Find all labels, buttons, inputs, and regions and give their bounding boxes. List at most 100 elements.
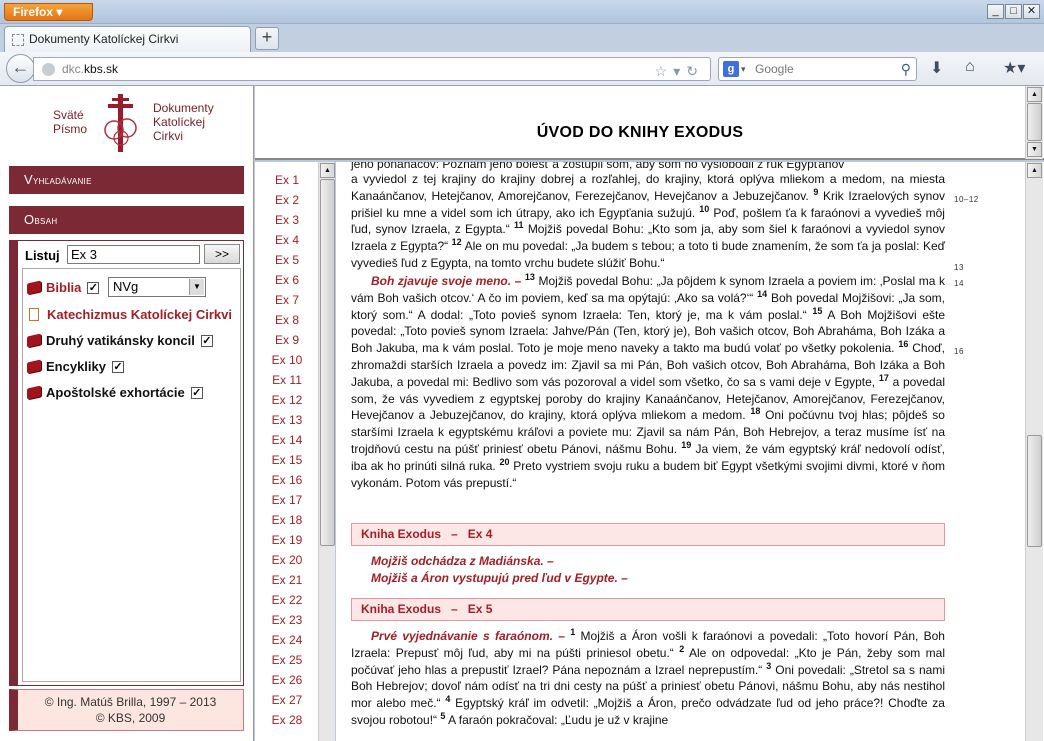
source-label[interactable]: Biblia	[46, 280, 81, 295]
search-box[interactable]: g ▾ Google ⚲	[718, 57, 917, 81]
chapter-link[interactable]: Ex 7	[255, 293, 319, 307]
menu-search-label: yhľadávanie	[32, 175, 92, 187]
exhortacie-checkbox[interactable]: ✓	[190, 386, 203, 399]
chevron-down-icon[interactable]: ▼	[189, 279, 204, 295]
content-scrollbar[interactable]: ▲	[1025, 162, 1043, 741]
chapter-link[interactable]: Ex 2	[255, 193, 319, 207]
scroll-down-button[interactable]: ▼	[1027, 142, 1042, 157]
chapter-link[interactable]: Ex 20	[255, 553, 319, 567]
chapter-link[interactable]: Ex 27	[255, 693, 319, 707]
listuj-input[interactable]	[67, 245, 200, 264]
chapter-link[interactable]: Ex 18	[255, 513, 319, 527]
menu-search-cap: V	[24, 172, 33, 187]
chapter-link[interactable]: Ex 14	[255, 433, 319, 447]
listuj-go-button[interactable]: >>	[204, 244, 240, 264]
chapter-link[interactable]: Ex 25	[255, 653, 319, 667]
scroll-thumb[interactable]	[1027, 435, 1042, 547]
tab-title: Dokumenty Katolíckej Cirkvi	[29, 32, 179, 46]
chapter-link[interactable]: Ex 4	[255, 233, 319, 247]
chapter-link[interactable]: Ex 11	[255, 373, 319, 387]
source-encykliky[interactable]: Encykliky ✓	[27, 359, 124, 374]
chapter-link[interactable]: Ex 23	[255, 613, 319, 627]
koncil-checkbox[interactable]: ✓	[200, 334, 213, 347]
translation-select[interactable]: NVg ▼	[108, 277, 206, 297]
scroll-thumb[interactable]	[1027, 103, 1042, 141]
chapter-link[interactable]: Ex 26	[255, 673, 319, 687]
margin-reference[interactable]: 16	[954, 347, 964, 356]
scroll-up-button[interactable]: ▲	[1027, 163, 1042, 178]
chapter-link[interactable]: Ex 12	[255, 393, 319, 407]
section-heading: Mojžiš odchádza z Madiánska. –	[371, 554, 554, 568]
chapter-link[interactable]: Ex 19	[255, 533, 319, 547]
engine-dropdown-icon[interactable]: ▾	[741, 58, 746, 80]
chapter-link[interactable]: Ex 13	[255, 413, 319, 427]
chapter-link[interactable]: Ex 17	[255, 493, 319, 507]
margin-reference[interactable]: 10–12	[954, 195, 979, 204]
firefox-menu-button[interactable]: Firefox ▾	[4, 3, 93, 21]
verse-number: 3	[766, 660, 772, 671]
home-icon[interactable]: ⌂	[965, 58, 975, 76]
chapter-link[interactable]: Ex 6	[255, 273, 319, 287]
navigation-toolbar: ← dkc.kbs.sk ☆▾↻ g ▾ Google ⚲ ⬇ ⌂ ★▾	[0, 52, 1044, 86]
chapter-link[interactable]: Ex 22	[255, 593, 319, 607]
chapter-link[interactable]: Ex 28	[255, 713, 319, 727]
logo-line: Dokumenty	[153, 101, 214, 115]
chapter-link[interactable]: Ex 1	[255, 173, 319, 187]
close-window-button[interactable]: ✕	[1023, 4, 1040, 19]
chapter-link[interactable]: Ex 21	[255, 573, 319, 587]
verse-number: 11	[514, 220, 524, 231]
chapter-header-ex5[interactable]: Kniha Exodus – Ex 5	[351, 598, 945, 621]
back-arrow-icon: ←	[11, 57, 30, 77]
bookmarks-menu-icon[interactable]: ★▾	[1003, 58, 1025, 78]
scroll-thumb[interactable]	[320, 179, 335, 546]
new-tab-button[interactable]: +	[255, 27, 279, 50]
scroll-up-button[interactable]: ▲	[1027, 87, 1042, 102]
maximize-button[interactable]: □	[1005, 4, 1022, 19]
source-katechizmus[interactable]: Katechizmus Katolíckej Cirkvi	[27, 307, 232, 322]
encykliky-checkbox[interactable]: ✓	[112, 360, 124, 373]
site-logo[interactable]: Sväté Písmo Dokumenty Katolíckej Cirkvi	[8, 86, 248, 156]
history-dropdown-icon[interactable]: ▾	[673, 63, 686, 79]
title-scrollbar[interactable]: ▲ ▼	[1025, 86, 1043, 159]
chapter-scrollbar[interactable]: ▲	[318, 162, 335, 741]
separator: –	[451, 527, 458, 541]
reload-icon[interactable]: ↻	[686, 63, 704, 79]
source-koncil[interactable]: Druhý vatikánsky koncil ✓	[27, 333, 213, 348]
bookmark-star-icon[interactable]: ☆	[655, 63, 674, 79]
downloads-icon[interactable]: ⬇	[930, 58, 943, 78]
margin-reference[interactable]: 13	[954, 263, 964, 272]
chapter-link[interactable]: Ex 15	[255, 453, 319, 467]
google-engine-icon[interactable]: g	[723, 61, 739, 77]
source-label[interactable]: Apoštolské exhortácie	[46, 385, 185, 400]
search-magnifier-icon[interactable]: ⚲	[901, 58, 911, 80]
chapter-link[interactable]: Ex 16	[255, 473, 319, 487]
chapter-link[interactable]: Ex 9	[255, 333, 319, 347]
source-label[interactable]: Druhý vatikánsky koncil	[46, 333, 195, 348]
source-label[interactable]: Katechizmus Katolíckej Cirkvi	[47, 307, 232, 322]
headings-ex4: Mojžiš odchádza z Madiánska. – Mojžiš a …	[351, 553, 945, 587]
source-biblia[interactable]: Biblia ✓	[27, 280, 100, 295]
scroll-up-button[interactable]: ▲	[320, 163, 335, 178]
verse-number: 5	[440, 710, 446, 721]
chapter-link[interactable]: Ex 3	[255, 213, 319, 227]
margin-reference[interactable]: 14	[954, 279, 964, 288]
browser-tab[interactable]: Dokumenty Katolíckej Cirkvi	[4, 26, 251, 52]
chapter-header-ex4[interactable]: Kniha Exodus – Ex 4	[351, 523, 945, 546]
source-exhortacie[interactable]: Apoštolské exhortácie ✓	[27, 385, 203, 400]
verse-number: 18	[750, 406, 761, 417]
menu-content[interactable]: Obsah	[9, 206, 244, 234]
chapter-link[interactable]: Ex 8	[255, 313, 319, 327]
menu-search[interactable]: Vyhľadávanie	[9, 166, 244, 194]
source-label[interactable]: Encykliky	[46, 359, 106, 374]
book-icon	[27, 359, 41, 374]
book-name: Kniha Exodus	[361, 602, 442, 616]
chapter-link[interactable]: Ex 10	[255, 353, 319, 367]
biblia-checkbox[interactable]: ✓	[87, 281, 100, 294]
chapter-link[interactable]: Ex 24	[255, 633, 319, 647]
page-favicon-icon	[12, 34, 24, 46]
chapter-link[interactable]: Ex 5	[255, 253, 319, 267]
minimize-button[interactable]: _	[987, 4, 1004, 19]
url-bar[interactable]: dkc.kbs.sk ☆▾↻	[33, 57, 711, 81]
logo-line: Písmo	[53, 122, 88, 136]
back-button[interactable]: ←	[6, 54, 35, 83]
